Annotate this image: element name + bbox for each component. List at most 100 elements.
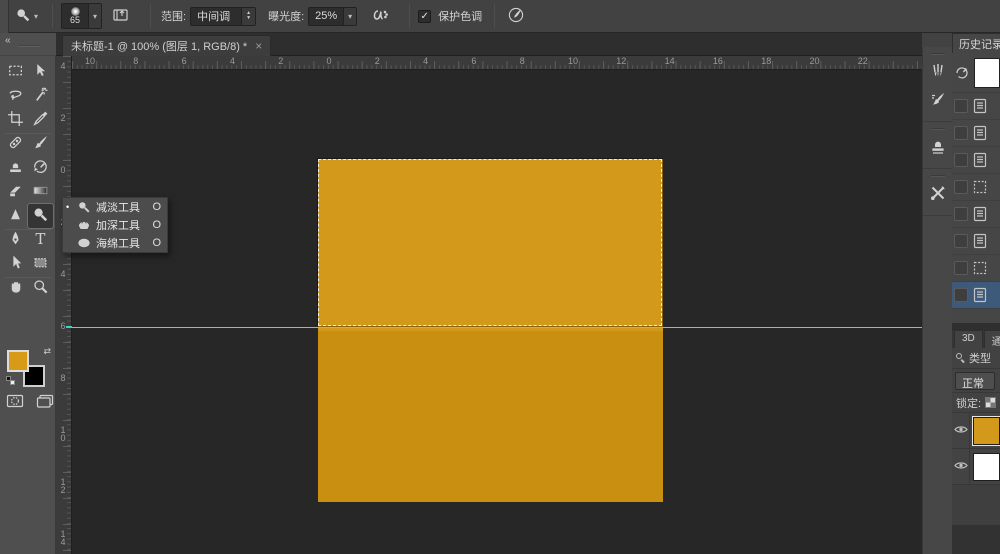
gradient-icon (32, 182, 49, 202)
history-source-checkbox[interactable] (954, 126, 968, 140)
eraser-tool[interactable] (3, 180, 28, 204)
history-source-checkbox[interactable] (954, 207, 968, 221)
screen-mode-button[interactable] (36, 394, 54, 411)
tool-presets-panel-button[interactable] (926, 181, 950, 207)
history-brush-source-icon[interactable] (954, 64, 972, 82)
range-select[interactable]: 中间调 ▲ ▼ (190, 6, 257, 26)
dodge-tool[interactable] (27, 203, 54, 229)
gradient-tool[interactable] (28, 180, 53, 204)
healing-brush-tool[interactable] (3, 132, 28, 156)
burn-sm-icon (77, 218, 92, 233)
pen-tool[interactable] (3, 228, 28, 252)
eyedropper-tool[interactable] (28, 108, 53, 132)
rectangle-shape-icon (32, 254, 49, 274)
move-tool[interactable] (28, 60, 53, 84)
rectangle-shape-tool[interactable] (28, 252, 53, 276)
document-viewport[interactable] (72, 70, 922, 554)
brush-dropdown-button[interactable]: ▾ (89, 3, 103, 29)
history-state-row[interactable] (952, 228, 1000, 255)
tab-3d[interactable]: 3D (954, 330, 983, 348)
history-state-row[interactable] (952, 282, 1000, 309)
drag-grip (930, 53, 945, 55)
history-source-checkbox[interactable] (954, 99, 968, 113)
separator (409, 4, 411, 28)
vertical-ruler[interactable]: 4202468101214 (56, 56, 72, 554)
toolbar-collapse-header[interactable]: « (0, 33, 56, 56)
protect-tones-checkbox[interactable]: ✓ (418, 9, 432, 23)
history-source-checkbox[interactable] (954, 288, 968, 302)
crop-tool[interactable] (3, 108, 28, 132)
flyout-item-burn[interactable]: 加深工具 O (63, 216, 167, 234)
type-tool[interactable]: T (28, 228, 53, 252)
flyout-item-label: 加深工具 (96, 220, 140, 232)
history-state-row[interactable] (952, 93, 1000, 120)
hand-tool[interactable] (3, 276, 28, 300)
filter-kind-label[interactable]: 类型 (969, 350, 991, 366)
history-state-row[interactable] (952, 255, 1000, 282)
blur-tool[interactable] (3, 204, 28, 228)
rectangular-marquee-tool[interactable] (3, 60, 28, 84)
clone-stamp-tool[interactable] (3, 156, 28, 180)
history-state-row[interactable] (952, 147, 1000, 174)
brush-tool[interactable] (28, 132, 53, 156)
layer-thumbnail[interactable] (972, 415, 1000, 446)
right-panel-dock: 历史记录 3D 通道 类型 正常 锁定: (952, 33, 1000, 554)
history-state-row[interactable] (952, 120, 1000, 147)
layer-thumbnail[interactable] (973, 452, 1000, 481)
blend-mode-select[interactable]: 正常 (955, 371, 995, 390)
lasso-tool[interactable] (3, 84, 28, 108)
chevron-down-icon: ▾ (343, 7, 357, 25)
magic-wand-icon (32, 86, 49, 106)
history-state-row[interactable] (952, 174, 1000, 201)
horizontal-ruler[interactable]: 10 8 6 4 2 0 2 4 6 8 10 12 14 16 18 20 22 (72, 56, 922, 70)
exposure-select[interactable]: 25% ▾ (308, 6, 358, 26)
history-panel-tab[interactable]: 历史记录 (952, 33, 1000, 53)
flyout-item-dodge[interactable]: • 减淡工具 O (63, 198, 167, 216)
ruler-number: 0 (60, 165, 66, 175)
background-layer-row[interactable] (952, 449, 1000, 485)
document-tab[interactable]: 未标题-1 @ 100% (图层 1, RGB/8) * × (62, 35, 272, 56)
guide-line[interactable] (72, 327, 922, 328)
history-brush-tool[interactable] (28, 156, 53, 180)
snapshot-thumbnail[interactable] (974, 57, 1000, 88)
path-selection-tool[interactable] (3, 252, 28, 276)
foreground-color-swatch[interactable] (7, 350, 29, 372)
toggle-brush-panel-button[interactable] (112, 7, 132, 26)
ruler-number: 14 (664, 56, 675, 66)
history-snapshot-row[interactable] (952, 53, 1000, 93)
brush-settings-panel-button[interactable] (926, 59, 950, 85)
options-bar-grip[interactable] (0, 0, 9, 33)
flyout-item-sponge[interactable]: 海绵工具 O (63, 234, 167, 252)
flyout-item-shortcut: O (152, 219, 161, 231)
layer-visibility-toggle[interactable] (952, 413, 971, 448)
magic-wand-tool[interactable] (28, 84, 53, 108)
ruler-number: 2 (374, 56, 380, 66)
lock-transparency-icon[interactable] (985, 397, 997, 408)
brush-pressure-toggle-button[interactable] (507, 7, 525, 26)
lock-row: 锁定: (952, 393, 1000, 413)
tab-channels[interactable]: 通道 (983, 330, 1000, 348)
history-source-checkbox[interactable] (954, 180, 968, 194)
history-state-row[interactable] (952, 201, 1000, 228)
tool-preset-picker[interactable]: ▾ (9, 7, 44, 26)
stepper-arrows-icon: ▲ ▼ (241, 7, 256, 25)
chevron-down-icon: ▾ (34, 11, 39, 21)
layer-1-row[interactable] (952, 413, 1000, 449)
history-source-checkbox[interactable] (954, 234, 968, 248)
ruler-number: 18 (761, 56, 772, 66)
layer-visibility-toggle[interactable] (952, 449, 971, 484)
airbrush-toggle-button[interactable] (369, 8, 389, 25)
crop-icon (7, 110, 24, 130)
clone-source-panel-button[interactable] (926, 134, 950, 160)
zoom-tool[interactable] (28, 276, 53, 300)
swap-colors-icon[interactable]: ⇄ (43, 346, 51, 357)
brush-presets-panel-button[interactable] (926, 87, 950, 113)
ruler-number: 10 (85, 56, 96, 66)
brush-size-picker[interactable]: 65 ▾ (61, 3, 103, 29)
close-tab-icon[interactable]: × (255, 39, 262, 53)
flyout-item-label: 海绵工具 (96, 238, 140, 250)
history-source-checkbox[interactable] (954, 153, 968, 167)
default-colors-icon[interactable] (6, 376, 15, 385)
history-source-checkbox[interactable] (954, 261, 968, 275)
quick-mask-button[interactable] (6, 394, 24, 411)
